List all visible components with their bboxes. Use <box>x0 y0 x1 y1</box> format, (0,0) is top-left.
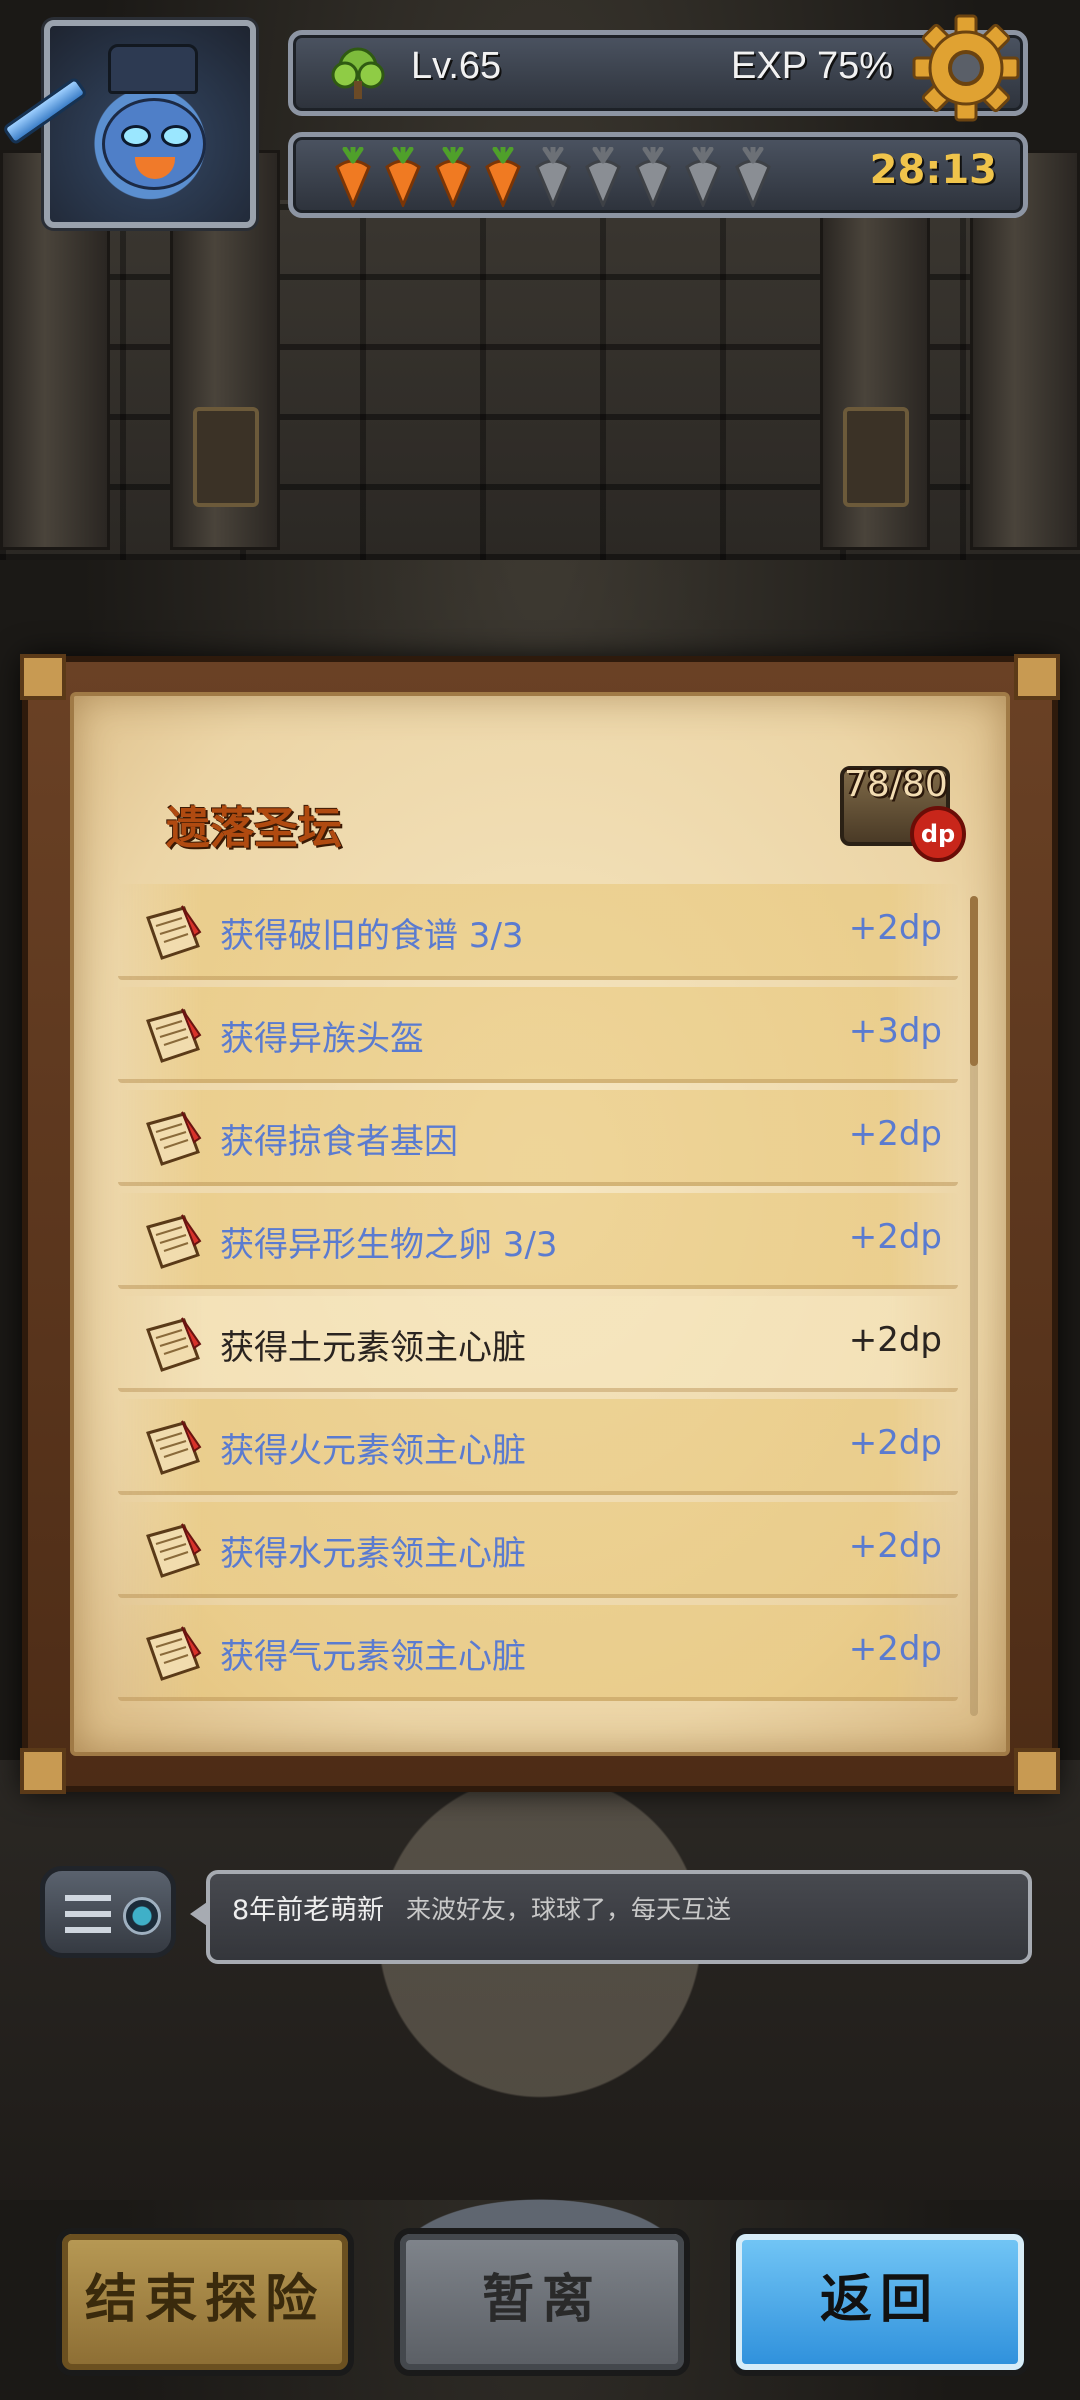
quest-scroll-icon <box>146 1111 202 1166</box>
carrot-icon-empty <box>685 147 721 207</box>
stamina-bar: 28:13 <box>288 132 1028 218</box>
rune-icon <box>843 407 909 507</box>
hat-icon <box>108 44 198 94</box>
stamina-timer: 28:13 <box>869 147 997 193</box>
gear-icon[interactable] <box>910 12 1022 124</box>
exp-label: EXP 75% <box>731 45 893 87</box>
carrot-icon-empty <box>535 147 571 207</box>
quest-name: 获得破旧的食谱 3/3 <box>220 916 524 956</box>
quest-name: 获得水元素领主心脏 <box>220 1534 526 1574</box>
chat-dot-icon <box>123 1897 161 1935</box>
carrot-icon-empty <box>635 147 671 207</box>
quest-scroll-icon <box>146 1214 202 1269</box>
chat-button[interactable] <box>40 1866 176 1958</box>
carrot-icon-full <box>385 147 421 207</box>
face-icon <box>102 98 206 190</box>
eye-icon <box>121 125 151 147</box>
quest-points: +2dp <box>848 1526 942 1566</box>
quest-scroll-icon <box>146 1523 202 1578</box>
eye-icon <box>161 125 191 147</box>
quest-points: +2dp <box>848 1423 942 1463</box>
scrollbar-thumb[interactable] <box>970 896 978 1066</box>
quest-scroll-icon <box>146 1626 202 1681</box>
quest-scroll-icon <box>146 1420 202 1475</box>
end-exploration-button[interactable]: 结束探险 <box>56 2228 354 2376</box>
quest-name: 获得异族头盔 <box>220 1019 424 1059</box>
frame-corner <box>20 654 66 700</box>
quest-scroll-icon <box>146 905 202 960</box>
chat-bubble[interactable]: 8年前老萌新 来波好友，球球了，每天互送 <box>190 1870 1032 1964</box>
quest-row[interactable]: 获得水元素领主心脏 +2dp <box>118 1502 958 1598</box>
chat-message: 来波好友，球球了，每天互送 <box>406 1895 732 1924</box>
quest-row[interactable]: 获得土元素领主心脏 +2dp <box>118 1296 958 1392</box>
frame-corner <box>1014 1748 1060 1794</box>
quest-points: +2dp <box>848 1320 942 1360</box>
quest-name: 获得掠食者基因 <box>220 1122 458 1162</box>
panel-title: 遗落圣坛 <box>166 803 342 854</box>
quest-list[interactable]: 获得破旧的食谱 3/3 +2dp 获得异族头盔 +3dp 获得掠食者基因 +2dp 获得异形… <box>118 884 958 1714</box>
back-button[interactable]: 返回 <box>730 2228 1030 2376</box>
carrot-icon-empty <box>735 147 771 207</box>
quest-scroll-icon <box>146 1008 202 1063</box>
quest-panel: 遗落圣坛 dp 78/80 获得破旧的食谱 3/3 +2dp 获得异族头盔 +3dp 获… <box>20 654 1060 1794</box>
quest-row[interactable]: 获得破旧的食谱 3/3 +2dp <box>118 884 958 980</box>
quest-points: +3dp <box>848 1011 942 1051</box>
quest-points: +2dp <box>848 908 942 948</box>
carrot-icon-full <box>335 147 371 207</box>
quest-points: +2dp <box>848 1629 942 1669</box>
quest-points: +2dp <box>848 1217 942 1257</box>
quest-name: 获得气元素领主心脏 <box>220 1637 526 1677</box>
mouth-icon <box>135 157 175 179</box>
quest-name: 获得火元素领主心脏 <box>220 1431 526 1471</box>
quest-points: +2dp <box>848 1114 942 1154</box>
carrot-icon-full <box>485 147 521 207</box>
carrot-icon-empty <box>585 147 621 207</box>
progress-count: 78/80 <box>844 764 948 805</box>
chat-username: 8年前老萌新 <box>232 1895 385 1926</box>
tree-icon <box>331 47 385 99</box>
player-avatar[interactable] <box>44 20 256 228</box>
quest-row[interactable]: 获得火元素领主心脏 +2dp <box>118 1399 958 1495</box>
leave-temporarily-button[interactable]: 暂离 <box>394 2228 690 2376</box>
quest-scroll-icon <box>146 1317 202 1372</box>
carrot-row <box>329 147 777 207</box>
parchment: 遗落圣坛 dp 78/80 获得破旧的食谱 3/3 +2dp 获得异族头盔 +3dp 获… <box>70 692 1010 1756</box>
quest-row[interactable]: 获得气元素领主心脏 +2dp <box>118 1605 958 1701</box>
dungeon-floor <box>0 1760 1080 2200</box>
quest-row[interactable]: 获得异族头盔 +3dp <box>118 987 958 1083</box>
quest-name: 获得土元素领主心脏 <box>220 1328 526 1368</box>
frame-corner <box>20 1748 66 1794</box>
quest-row[interactable]: 获得异形生物之卵 3/3 +2dp <box>118 1193 958 1289</box>
quest-name: 获得异形生物之卵 3/3 <box>220 1225 558 1265</box>
chat-lines-icon <box>65 1895 111 1935</box>
rune-icon <box>193 407 259 507</box>
frame-corner <box>1014 654 1060 700</box>
level-label: Lv.65 <box>411 45 502 87</box>
carrot-icon-full <box>435 147 471 207</box>
dp-badge: dp <box>910 806 966 862</box>
list-scrollbar[interactable] <box>970 896 978 1716</box>
quest-row[interactable]: 获得掠食者基因 +2dp <box>118 1090 958 1186</box>
